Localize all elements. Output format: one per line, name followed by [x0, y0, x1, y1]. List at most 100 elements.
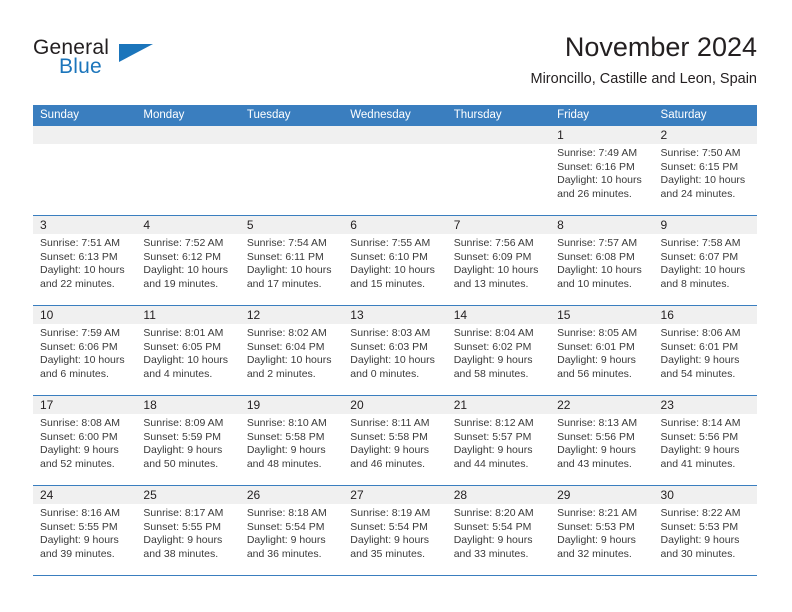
sunset-text: Sunset: 6:13 PM: [40, 250, 118, 263]
daylight-text: Daylight: 9 hours: [557, 534, 636, 547]
day-number: 19: [246, 398, 261, 412]
day-details: Sunrise: 8:22 AM Sunset: 5:53 PM Daylight:…: [654, 504, 757, 561]
day-number-band: 16: [653, 306, 757, 324]
day-details: Sunrise: 8:11 AM Sunset: 5:58 PM Daylight:…: [343, 414, 446, 471]
daylight-text-cont: and 32 minutes.: [557, 547, 632, 560]
day-number: 4: [143, 218, 151, 232]
daylight-text: Daylight: 10 hours: [246, 354, 332, 367]
sunrise-text: Sunrise: 7:55 AM: [350, 237, 431, 249]
day-cell-23[interactable]: 23 Sunrise: 8:14 AM Sunset: 5:56 PM Dayligh…: [653, 396, 757, 485]
sunrise-text: Sunrise: 8:19 AM: [350, 507, 431, 519]
day-cell-13[interactable]: 13 Sunrise: 8:03 AM Sunset: 6:03 PM Dayligh…: [343, 306, 447, 395]
day-details: Sunrise: 8:02 AM Sunset: 6:04 PM Daylight:…: [240, 324, 343, 381]
day-details: Sunrise: 8:21 AM Sunset: 5:53 PM Daylight:…: [550, 504, 653, 561]
daylight-text: Daylight: 9 hours: [660, 444, 740, 457]
daylight-text-cont: and 6 minutes.: [40, 367, 109, 380]
day-cell-19[interactable]: 19 Sunrise: 8:10 AM Sunset: 5:58 PM Dayligh…: [239, 396, 344, 485]
day-cell-3[interactable]: 3 Sunrise: 7:51 AM Sunset: 6:13 PM Daylight…: [33, 216, 137, 305]
daylight-text: Daylight: 10 hours: [557, 264, 642, 277]
day-number-band: 4: [136, 216, 240, 234]
weekday-header-thursday: Thursday: [453, 109, 502, 121]
day-details: Sunrise: 7:58 AM Sunset: 6:07 PM Daylight:…: [654, 234, 757, 291]
sunset-text: Sunset: 5:58 PM: [350, 430, 428, 443]
day-cell-21[interactable]: 21 Sunrise: 8:12 AM Sunset: 5:57 PM Dayligh…: [446, 396, 551, 485]
daylight-text-cont: and 26 minutes.: [557, 187, 632, 200]
day-cell-25[interactable]: 25 Sunrise: 8:17 AM Sunset: 5:55 PM Dayligh…: [136, 486, 240, 575]
sunset-text: Sunset: 5:57 PM: [453, 430, 532, 443]
daylight-text: Daylight: 10 hours: [350, 354, 435, 367]
daylight-text: Daylight: 9 hours: [246, 534, 326, 547]
day-cell-8[interactable]: 8 Sunrise: 7:57 AM Sunset: 6:08 PM Daylight…: [550, 216, 654, 305]
sunset-text: Sunset: 5:58 PM: [246, 430, 325, 443]
day-cell-14[interactable]: 14 Sunrise: 8:04 AM Sunset: 6:02 PM Dayligh…: [446, 306, 551, 395]
day-cell-10[interactable]: 10 Sunrise: 7:59 AM Sunset: 6:06 PM Dayligh…: [33, 306, 137, 395]
day-number-band: 27: [343, 486, 447, 504]
day-details: Sunrise: 7:59 AM Sunset: 6:06 PM Daylight:…: [33, 324, 136, 381]
day-details: Sunrise: 7:56 AM Sunset: 6:09 PM Daylight:…: [447, 234, 550, 291]
day-cell-2[interactable]: 2 Sunrise: 7:50 AM Sunset: 6:15 PM Daylight…: [653, 126, 757, 215]
day-number-band: 10: [33, 306, 137, 324]
sunset-text: Sunset: 6:05 PM: [143, 340, 222, 353]
day-number: 9: [660, 218, 668, 232]
day-number-band: 24: [33, 486, 137, 504]
day-number: 29: [557, 488, 571, 502]
daylight-text: Daylight: 10 hours: [660, 264, 746, 277]
sunrise-text: Sunrise: 7:49 AM: [557, 147, 638, 159]
sunrise-text: Sunrise: 8:04 AM: [453, 327, 534, 339]
day-number: 21: [453, 398, 468, 412]
day-cell-12[interactable]: 12 Sunrise: 8:02 AM Sunset: 6:04 PM Dayligh…: [239, 306, 344, 395]
day-number: 3: [40, 218, 47, 232]
day-cell-18[interactable]: 18 Sunrise: 8:09 AM Sunset: 5:59 PM Dayligh…: [136, 396, 240, 485]
day-cell-7[interactable]: 7 Sunrise: 7:56 AM Sunset: 6:09 PM Daylight…: [446, 216, 551, 305]
daylight-text-cont: and 36 minutes.: [246, 547, 322, 560]
sunrise-text: Sunrise: 8:11 AM: [350, 417, 430, 429]
sunrise-text: Sunrise: 8:17 AM: [143, 507, 224, 519]
day-cell-15[interactable]: 15 Sunrise: 8:05 AM Sunset: 6:01 PM Dayligh…: [550, 306, 654, 395]
day-cell-30[interactable]: 30 Sunrise: 8:22 AM Sunset: 5:53 PM Dayligh…: [653, 486, 757, 575]
day-number-band: 25: [136, 486, 240, 504]
day-cell-1[interactable]: 1 Sunrise: 7:49 AM Sunset: 6:16 PM Daylight…: [550, 126, 654, 215]
sunrise-text: Sunrise: 8:02 AM: [246, 327, 327, 339]
brand-logo[interactable]: General Blue: [33, 36, 213, 86]
day-cell-9[interactable]: 9 Sunrise: 7:58 AM Sunset: 6:07 PM Daylight…: [653, 216, 757, 305]
day-details: Sunrise: 8:08 AM Sunset: 6:00 PM Daylight:…: [33, 414, 136, 471]
day-cell-17[interactable]: 17 Sunrise: 8:08 AM Sunset: 6:00 PM Dayligh…: [33, 396, 137, 485]
daylight-text: Daylight: 9 hours: [660, 534, 740, 547]
calendar-week-row: 24 Sunrise: 8:16 AM Sunset: 5:55 PM Dayligh…: [33, 486, 757, 576]
day-number: 10: [40, 308, 54, 322]
day-number: 28: [453, 488, 468, 502]
day-cell-6[interactable]: 6 Sunrise: 7:55 AM Sunset: 6:10 PM Daylight…: [343, 216, 447, 305]
sunset-text: Sunset: 5:53 PM: [557, 520, 635, 533]
day-details: Sunrise: 8:09 AM Sunset: 5:59 PM Daylight:…: [136, 414, 239, 471]
day-cell-5[interactable]: 5 Sunrise: 7:54 AM Sunset: 6:11 PM Daylight…: [239, 216, 344, 305]
day-cell-29[interactable]: 29 Sunrise: 8:21 AM Sunset: 5:53 PM Dayligh…: [550, 486, 654, 575]
day-cell-28[interactable]: 28 Sunrise: 8:20 AM Sunset: 5:54 PM Dayligh…: [446, 486, 551, 575]
day-cell-27[interactable]: 27 Sunrise: 8:19 AM Sunset: 5:54 PM Dayligh…: [343, 486, 447, 575]
day-cell-22[interactable]: 22 Sunrise: 8:13 AM Sunset: 5:56 PM Dayligh…: [550, 396, 654, 485]
day-cell-16[interactable]: 16 Sunrise: 8:06 AM Sunset: 6:01 PM Dayligh…: [653, 306, 757, 395]
daylight-text-cont: and 2 minutes.: [246, 367, 316, 380]
day-cell-26[interactable]: 26 Sunrise: 8:18 AM Sunset: 5:54 PM Dayligh…: [239, 486, 344, 575]
day-number-band: 1: [550, 126, 654, 144]
day-cell-4[interactable]: 4 Sunrise: 7:52 AM Sunset: 6:12 PM Daylight…: [136, 216, 240, 305]
day-number-band: 18: [136, 396, 240, 414]
day-number: 15: [557, 308, 571, 322]
page-subtitle: Mironcillo, Castille and Leon, Spain: [530, 71, 758, 87]
day-cell-empty: [446, 126, 551, 215]
calendar-grid: Sunday Monday Tuesday Wednesday Thursday Frid…: [33, 105, 757, 576]
page-header: General Blue November 2024 Mironcillo, C…: [0, 0, 792, 100]
day-details: Sunrise: 8:13 AM Sunset: 5:56 PM Daylight:…: [550, 414, 653, 471]
daylight-text-cont: and 56 minutes.: [557, 367, 632, 380]
day-cell-empty: [343, 126, 447, 215]
day-cell-24[interactable]: 24 Sunrise: 8:16 AM Sunset: 5:55 PM Dayligh…: [33, 486, 137, 575]
day-cell-20[interactable]: 20 Sunrise: 8:11 AM Sunset: 5:58 PM Dayligh…: [343, 396, 447, 485]
sunset-text: Sunset: 6:09 PM: [453, 250, 532, 263]
day-cell-11[interactable]: 11 Sunrise: 8:01 AM Sunset: 6:05 PM Dayligh…: [136, 306, 240, 395]
daylight-text-cont: and 44 minutes.: [453, 457, 529, 470]
sunset-text: Sunset: 6:08 PM: [557, 250, 635, 263]
daylight-text: Daylight: 9 hours: [40, 444, 119, 457]
daylight-text-cont: and 43 minutes.: [557, 457, 632, 470]
daylight-text: Daylight: 9 hours: [660, 354, 740, 367]
day-number: 27: [350, 488, 364, 502]
day-number-band: [343, 126, 447, 144]
